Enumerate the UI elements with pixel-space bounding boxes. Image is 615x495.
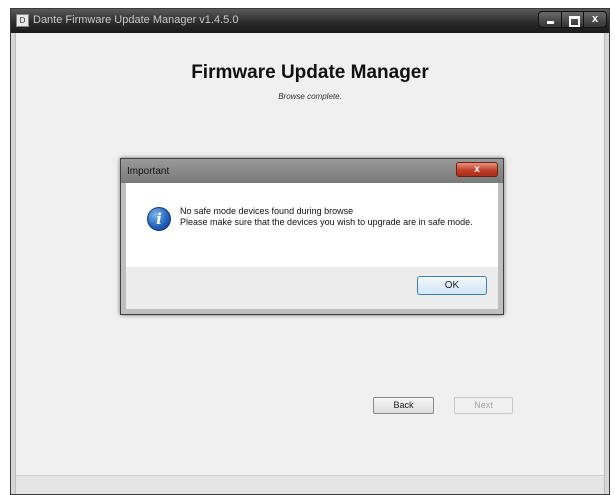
dialog-title-bar[interactable]: Important x [121, 159, 503, 183]
app-icon: D [16, 14, 29, 27]
dialog-title: Important [127, 166, 170, 177]
maximize-icon [569, 16, 580, 27]
status-text: Browse complete. [278, 92, 342, 101]
ok-button[interactable]: OK [417, 276, 487, 295]
back-button[interactable]: Back [373, 397, 434, 414]
bottom-strip [16, 475, 604, 494]
close-icon: x [474, 164, 480, 175]
information-icon: i [147, 207, 171, 231]
next-button[interactable]: Next [454, 397, 513, 414]
dialog-body: i No safe mode devices found during brow… [126, 183, 498, 267]
dialog-footer: OK [126, 267, 498, 309]
maximize-button[interactable] [561, 11, 584, 28]
minimize-button[interactable] [538, 11, 562, 28]
window-title: Dante Firmware Update Manager v1.4.5.0 [33, 14, 239, 26]
close-icon: x [591, 13, 599, 25]
important-dialog: Important x i No safe mode devices found… [120, 158, 504, 315]
minimize-icon [547, 21, 554, 24]
message-line-2: Please make sure that the devices you wi… [180, 217, 473, 227]
close-button[interactable]: x [583, 11, 607, 28]
dialog-close-button[interactable]: x [456, 162, 498, 177]
dialog-message: No safe mode devices found during browse… [180, 206, 480, 228]
message-line-1: No safe mode devices found during browse [180, 206, 354, 216]
page-title: Firmware Update Manager [191, 62, 429, 83]
title-bar[interactable]: D Dante Firmware Update Manager v1.4.5.0… [11, 9, 609, 33]
